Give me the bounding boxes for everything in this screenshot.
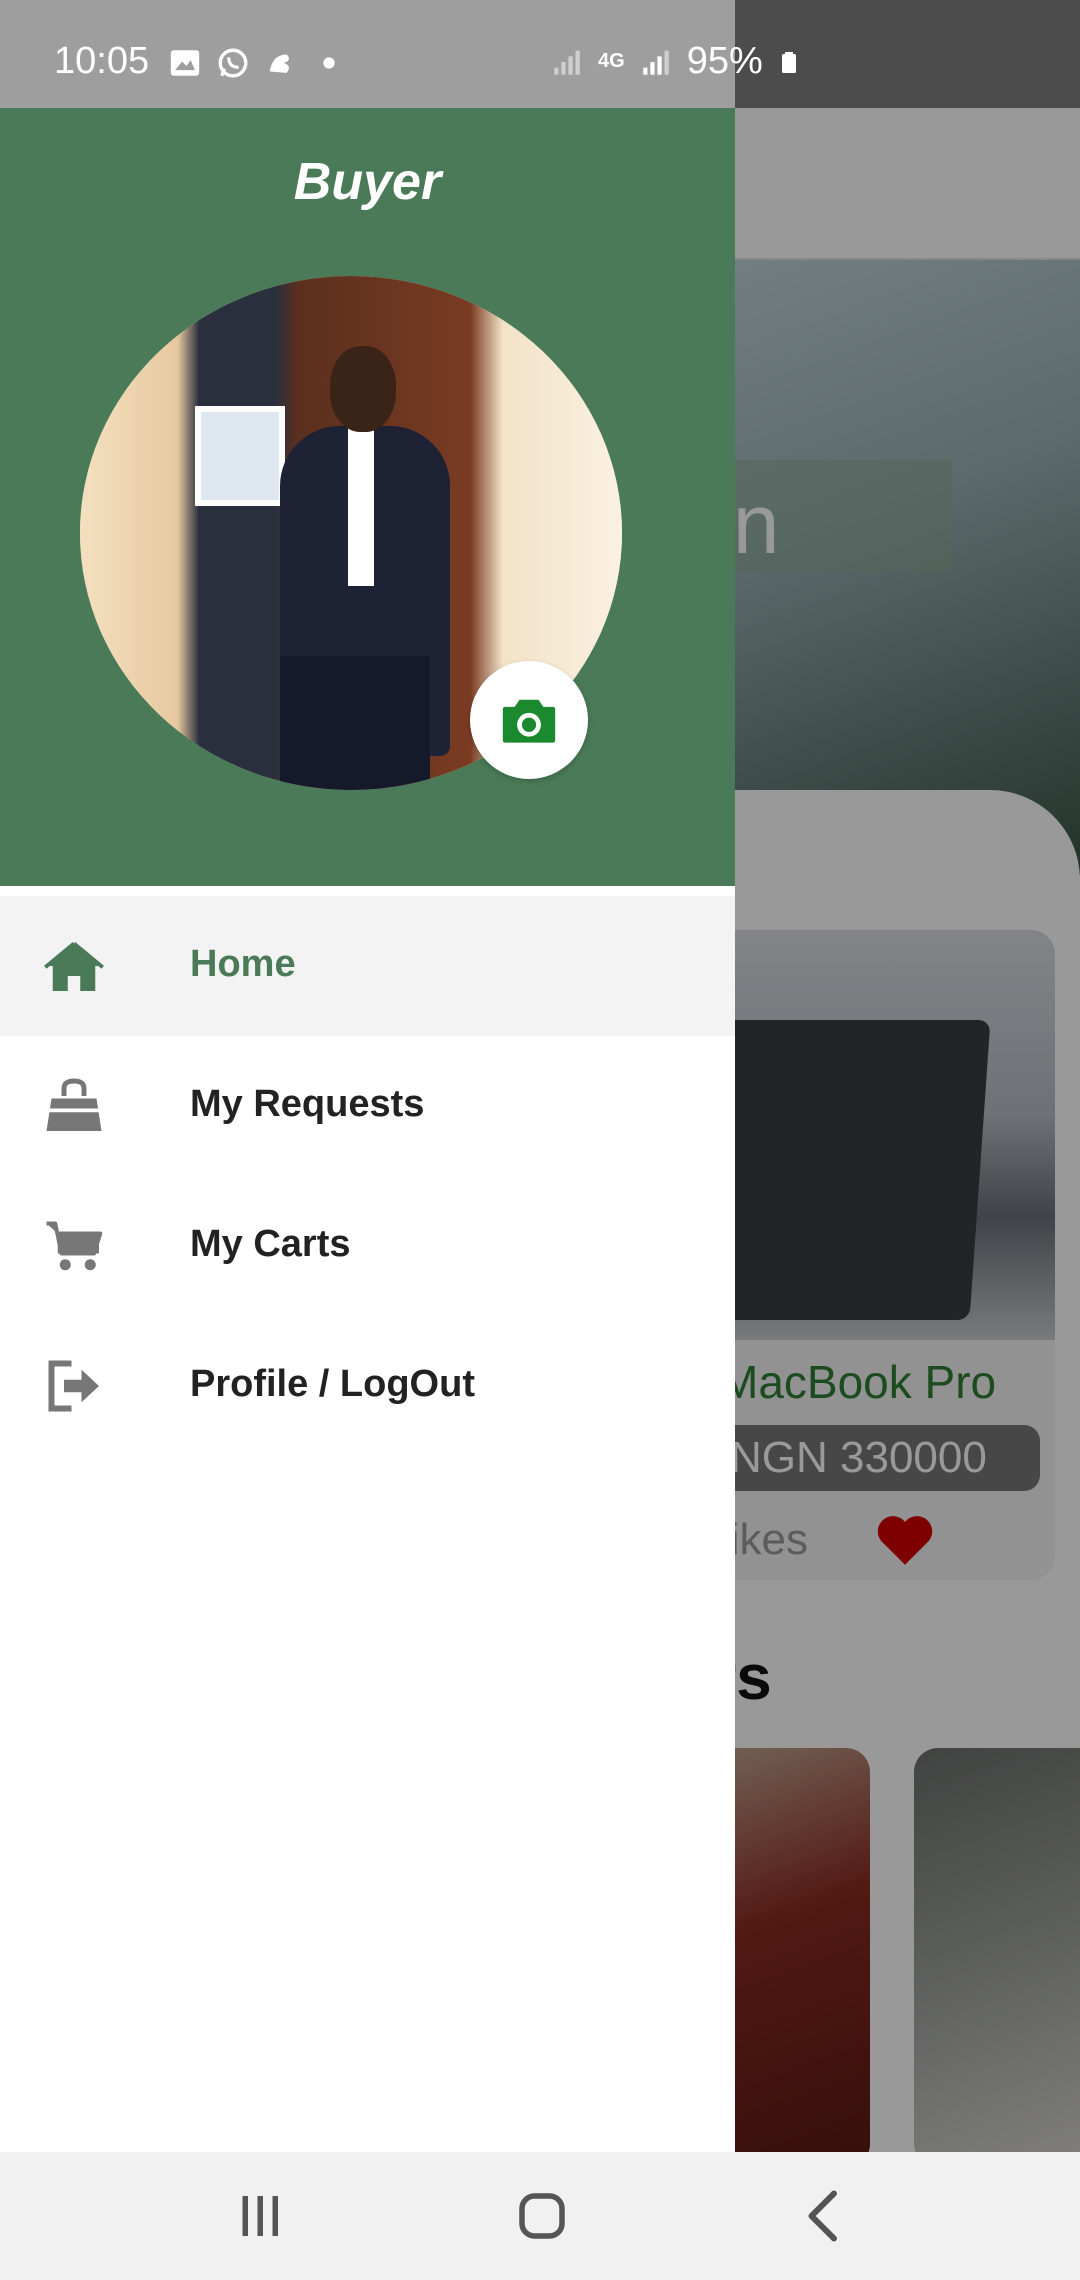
camera-icon [502, 699, 556, 743]
signal-sim1-icon [554, 50, 580, 75]
menu-item-label: Home [190, 943, 296, 985]
avatar-photo-window [195, 406, 285, 506]
battery-percentage: 95% [686, 40, 763, 82]
menu-item-label: My Carts [190, 1223, 351, 1265]
avatar-photo-head [330, 346, 396, 432]
user-role-title: Buyer [293, 153, 442, 211]
whatsapp-icon [218, 48, 248, 78]
menu-item-my-carts[interactable]: My Carts [0, 1176, 735, 1316]
drawer-header: Buyer [0, 108, 735, 886]
avatar-photo-shirt [348, 426, 374, 586]
status-time: 10:05 [54, 40, 150, 82]
logout-icon [48, 1360, 99, 1412]
change-photo-button[interactable] [470, 661, 588, 779]
avatar-photo-legs [280, 656, 430, 790]
more-notifications-dot-icon [323, 57, 335, 69]
back-icon[interactable] [794, 2186, 854, 2246]
status-bar: 10:05 4G 95% [0, 0, 1080, 108]
uc-browser-icon [269, 54, 289, 73]
signal-sim2-icon [642, 50, 669, 75]
menu-item-profile-logout[interactable]: Profile / LogOut [0, 1316, 735, 1456]
gallery-icon [170, 50, 200, 76]
navigation-drawer: Buyer Home My Requests My Carts Profile … [0, 108, 735, 2152]
battery-icon [781, 51, 796, 73]
home-icon [44, 942, 104, 991]
recent-apps-icon[interactable] [230, 2186, 290, 2246]
shopping-bag-icon [46, 1078, 102, 1131]
notification-icons [168, 46, 346, 80]
status-right-icons: 4G 95% [550, 40, 801, 83]
menu-item-label: Profile / LogOut [190, 1363, 475, 1405]
menu-item-home[interactable]: Home [0, 896, 735, 1036]
home-button-icon[interactable] [512, 2186, 572, 2246]
network-type-label: 4G [598, 50, 625, 72]
system-navigation-bar [0, 2152, 1080, 2280]
menu-item-my-requests[interactable]: My Requests [0, 1036, 735, 1176]
drawer-menu: Home My Requests My Carts Profile / LogO… [0, 896, 735, 1456]
menu-item-label: My Requests [190, 1083, 425, 1125]
cart-icon [46, 1221, 103, 1271]
